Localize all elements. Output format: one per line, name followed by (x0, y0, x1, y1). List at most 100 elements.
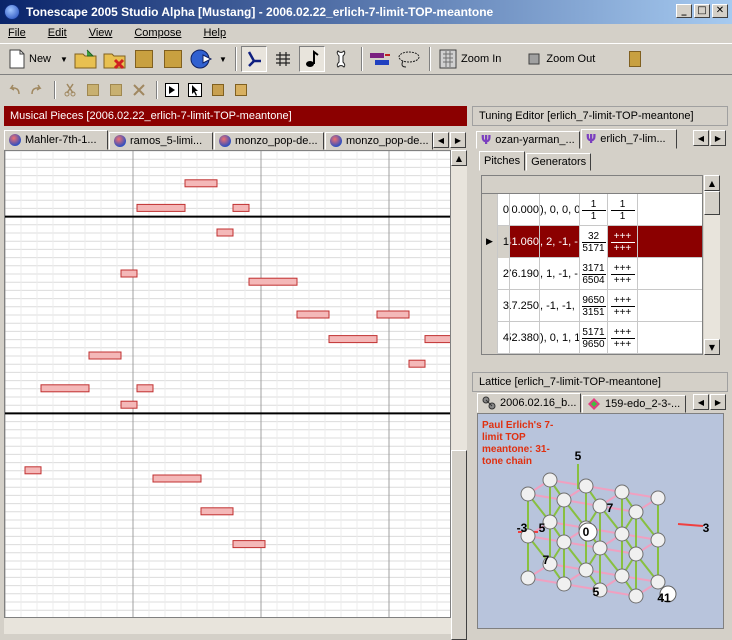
ratio-cell[interactable]: 32 5171 (580, 226, 608, 258)
tab-tuning-2[interactable]: Ψerlich_7-lim... (581, 129, 677, 149)
note-block[interactable] (248, 277, 298, 286)
app-icon[interactable] (4, 4, 20, 20)
delete-button[interactable] (129, 80, 149, 100)
tab-scroll-left[interactable]: ◀ (693, 130, 709, 146)
save-button[interactable] (131, 46, 157, 72)
ratio-cell[interactable]: 9650 3151 (580, 290, 608, 322)
ratio-alt-cell[interactable]: +++ +++ (608, 226, 638, 258)
lattice-node[interactable] (556, 492, 572, 508)
ratio-alt-cell[interactable]: 11 (608, 194, 638, 226)
note-block[interactable] (24, 466, 42, 475)
pitch-tool-button[interactable] (241, 46, 268, 72)
piano-roll-vscroll[interactable]: ▲ (451, 150, 467, 640)
stretch-button[interactable] (367, 46, 393, 72)
ratio-alt-cell[interactable]: +++ +++ (608, 290, 638, 322)
monzo-cell[interactable]: ), 0, 1, 1 (540, 322, 580, 354)
tab-piece-4[interactable]: monzo_pop-de... (325, 132, 433, 150)
select-pointer-button[interactable] (185, 80, 205, 100)
tab-scroll-left[interactable]: ◀ (433, 132, 449, 148)
block-button-a[interactable] (208, 80, 228, 100)
tab-lattice-2[interactable]: 159-edo_2-3-... (582, 395, 686, 413)
monzo-cell[interactable]: ), 0, 0, 0) (540, 194, 580, 226)
table-row-selected[interactable]: ▶ 1 41.060 , 2, -1, - 325171 ++++++ (482, 226, 702, 258)
lattice-node[interactable] (592, 498, 608, 514)
maximize-button[interactable]: □ (694, 4, 710, 18)
zoom-out-button[interactable]: Zoom Out (524, 46, 599, 72)
vscroll-thumb[interactable] (704, 191, 720, 215)
note-block[interactable] (200, 507, 234, 516)
ratio-alt-cell[interactable]: +++ +++ (608, 322, 638, 354)
lattice-node[interactable] (542, 472, 558, 488)
cents-cell[interactable]: 41.060 (510, 226, 540, 258)
tab-scroll-left[interactable]: ◀ (693, 394, 709, 410)
tab-pitches[interactable]: Pitches (479, 151, 526, 171)
table-row[interactable]: 2 76.190 , 1, -1, - 31716504 ++++++ (482, 258, 702, 290)
lattice-node[interactable] (578, 478, 594, 494)
lattice-node[interactable] (628, 504, 644, 520)
note-block[interactable] (296, 310, 330, 319)
scroll-up-arrow[interactable]: ▲ (704, 175, 720, 191)
scroll-up-arrow[interactable]: ▲ (451, 150, 467, 166)
lattice-node[interactable] (556, 534, 572, 550)
menu-file[interactable]: File (8, 27, 26, 39)
lattice-view[interactable]: Paul Erlich's 7-limit TOP meantone: 31-t… (477, 413, 724, 629)
note-block[interactable] (136, 203, 186, 212)
menu-compose[interactable]: Compose (134, 27, 181, 39)
table-row[interactable]: 0 0.000 ), 0, 0, 0) 11 11 (482, 194, 702, 226)
lattice-node[interactable] (578, 562, 594, 578)
note-block[interactable] (40, 384, 90, 393)
undo-button[interactable] (4, 80, 24, 100)
lattice-node[interactable] (650, 490, 666, 506)
minimize-button[interactable]: _ (676, 4, 692, 18)
lattice-node[interactable] (520, 486, 536, 502)
lattice-node[interactable] (614, 526, 630, 542)
new-dropdown-arrow[interactable]: ▼ (58, 46, 70, 72)
tab-tuning-1[interactable]: Ψozan-yarman_... (476, 131, 580, 149)
lattice-node[interactable] (614, 484, 630, 500)
lattice-node[interactable] (520, 570, 536, 586)
cents-cell[interactable]: 76.190 (510, 258, 540, 290)
menu-edit[interactable]: Edit (48, 27, 67, 39)
note-block[interactable] (232, 540, 266, 549)
lattice-node[interactable] (650, 532, 666, 548)
note-block[interactable] (120, 400, 138, 409)
zoom-in-button[interactable]: Zoom In (435, 46, 505, 72)
menu-help[interactable]: Help (203, 27, 226, 39)
lattice-node[interactable] (650, 574, 666, 590)
ratio-cell[interactable]: 11 (580, 194, 608, 226)
table-row[interactable]: 3 17.250 , -1, -1, 96503151 ++++++ (482, 290, 702, 322)
monzo-cell[interactable]: , -1, -1, (540, 290, 580, 322)
table-row[interactable]: 4 52.380 ), 0, 1, 1 51719650 ++++++ (482, 322, 702, 354)
tab-scroll-right[interactable]: ▶ (710, 394, 726, 410)
note-block[interactable] (408, 359, 426, 368)
copy-button[interactable] (83, 80, 103, 100)
cents-cell[interactable]: 17.250 (510, 290, 540, 322)
ratio-cell[interactable]: 3171 6504 (580, 258, 608, 290)
play-button[interactable] (189, 46, 215, 72)
grid-tool-button[interactable] (270, 46, 296, 72)
new-button[interactable]: New (4, 46, 55, 72)
piano-roll-hscroll[interactable] (4, 618, 451, 634)
piano-roll-canvas[interactable] (5, 151, 451, 618)
piano-roll[interactable] (4, 150, 451, 618)
bone-tool-button[interactable] (328, 46, 354, 72)
note-block[interactable] (424, 335, 451, 344)
tab-scroll-right[interactable]: ▶ (710, 130, 726, 146)
note-block[interactable] (120, 269, 138, 278)
lattice-node[interactable] (628, 588, 644, 604)
ratio-alt-cell[interactable]: +++ +++ (608, 258, 638, 290)
play-dropdown-arrow[interactable]: ▼ (218, 46, 228, 72)
select-forward-button[interactable] (162, 80, 182, 100)
note-block[interactable] (232, 203, 250, 212)
lattice-node[interactable] (614, 568, 630, 584)
tab-piece-2[interactable]: ramos_5-limi... (109, 132, 213, 150)
note-block[interactable] (184, 179, 218, 188)
scroll-down-arrow[interactable]: ▼ (704, 339, 720, 355)
save-all-button[interactable] (160, 46, 186, 72)
note-block[interactable] (152, 474, 202, 483)
vscroll-thumb[interactable] (451, 450, 467, 640)
lasso-button[interactable] (396, 46, 422, 72)
tab-scroll-right[interactable]: ▶ (450, 132, 466, 148)
note-tool-button[interactable] (299, 46, 326, 72)
tab-piece-1[interactable]: Mahler-7th-1... (4, 130, 108, 150)
